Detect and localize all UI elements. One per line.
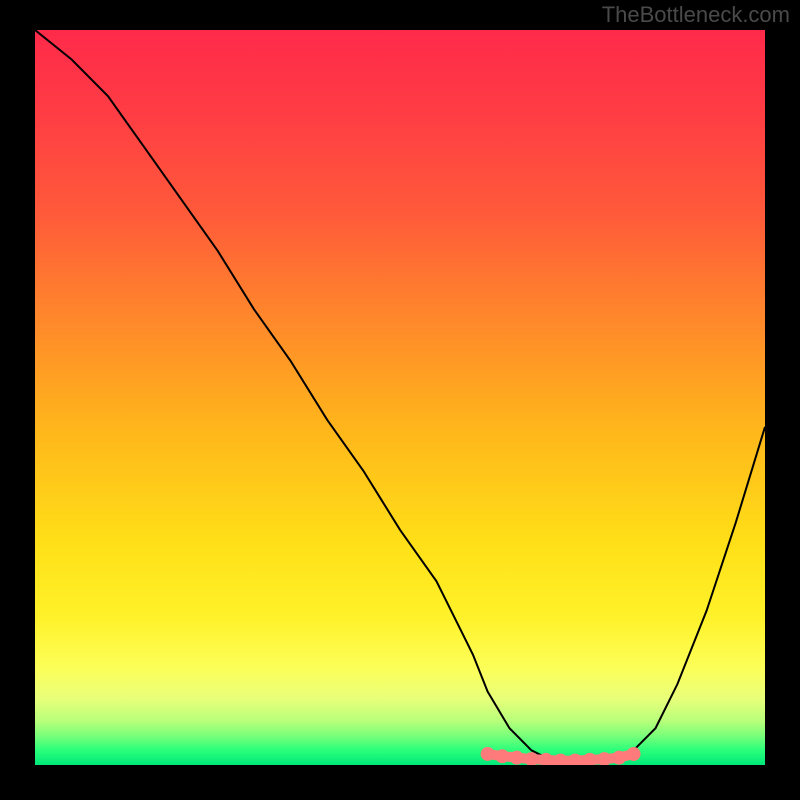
- highlight-dot: [568, 754, 582, 765]
- highlight-dot: [612, 751, 626, 765]
- highlight-dot: [554, 754, 568, 765]
- optimal-zone-dots: [481, 747, 641, 765]
- curve-svg: [35, 30, 765, 765]
- highlight-dot: [495, 749, 509, 763]
- plot-area: [35, 30, 765, 765]
- highlight-dot: [627, 747, 641, 761]
- highlight-dot: [481, 747, 495, 761]
- watermark-text: TheBottleneck.com: [602, 2, 790, 28]
- highlight-dot: [510, 751, 524, 765]
- bottleneck-curve-path: [35, 30, 765, 763]
